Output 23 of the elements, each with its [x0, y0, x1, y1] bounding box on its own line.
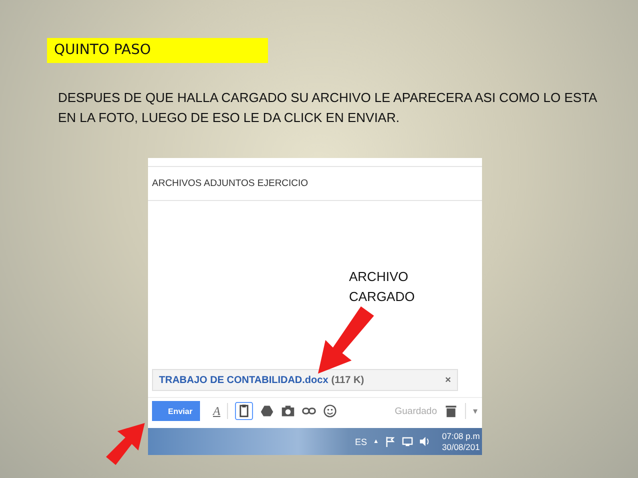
- attachment-size: (117 K): [331, 374, 364, 386]
- speaker-icon[interactable]: [419, 436, 430, 447]
- clock-time[interactable]: 07:08 p.m: [442, 430, 480, 442]
- network-icon[interactable]: [402, 436, 413, 447]
- trash-icon[interactable]: [444, 404, 458, 418]
- instruction-text: DESPUES DE QUE HALLA CARGADO SU ARCHIVO LE APARECERA ASI COMO LO ESTA EN LA FOTO, LUEGO DE ESO LE DA CLICK EN ENVIAR.: [58, 89, 598, 127]
- flag-icon[interactable]: [385, 436, 396, 447]
- saved-status: Guardado: [394, 406, 437, 416]
- attach-file-icon[interactable]: [235, 402, 254, 420]
- more-options-button[interactable]: ▾: [473, 406, 478, 416]
- arrow-icon: [318, 306, 374, 374]
- smiley-icon[interactable]: [323, 404, 338, 418]
- language-indicator[interactable]: ES: [355, 436, 368, 446]
- close-icon[interactable]: ×: [445, 374, 451, 386]
- send-button[interactable]: Enviar: [152, 401, 200, 421]
- subject-line: ARCHIVOS ADJUNTOS EJERCICIO: [148, 167, 482, 201]
- step-title: QUINTO PASO: [47, 38, 268, 63]
- camera-icon[interactable]: [281, 404, 296, 418]
- callout-text: ARCHIVO CARGADO: [349, 268, 416, 306]
- formatting-button[interactable]: A: [213, 404, 220, 418]
- clock-date[interactable]: 30/08/201: [442, 442, 480, 452]
- attachment-name[interactable]: TRABAJO DE CONTABILIDAD.docx: [159, 374, 328, 386]
- attachment-chip[interactable]: TRABAJO DE CONTABILIDAD.docx (117 K) ×: [152, 369, 458, 391]
